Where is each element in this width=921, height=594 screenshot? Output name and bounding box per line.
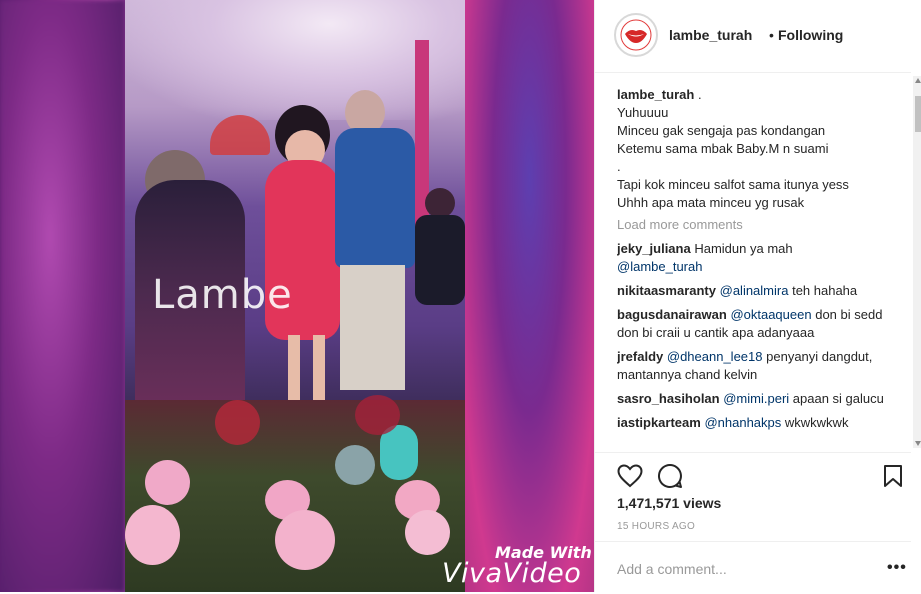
heart-icon[interactable] (615, 461, 645, 491)
scroll-down-arrow-icon[interactable] (915, 441, 921, 446)
bookmark-icon[interactable] (878, 461, 908, 491)
comment-text: apaan si galucu (792, 391, 884, 406)
comment-mention[interactable]: @nhanhakps (704, 415, 781, 430)
video-player[interactable]: Lambe Made With VivaVideo (0, 0, 594, 592)
comment-text: Hamidun ya mah (694, 241, 793, 256)
comment-username[interactable]: iastipkarteam (617, 415, 701, 430)
scroll-up-arrow-icon[interactable] (915, 78, 921, 83)
caption-line: . (617, 159, 621, 174)
header-separator: • (769, 27, 774, 43)
comment-text: teh hahaha (792, 283, 858, 298)
load-more-comments-link[interactable]: Load more comments (617, 216, 895, 234)
comment-text: wkwkwkwk (784, 415, 849, 430)
comment-mention[interactable]: @alinalmira (720, 283, 789, 298)
comment-item: sasro_hasiholan @mimi.peri apaan si galu… (617, 390, 895, 408)
comment-mention[interactable]: @dheann_lee18 (667, 349, 763, 364)
avatar[interactable] (614, 13, 658, 57)
add-comment-input[interactable]: Add a comment... (617, 561, 727, 577)
comment-item: jeky_juliana Hamidun ya mah @lambe_turah (617, 240, 895, 276)
comment-username[interactable]: jeky_juliana (617, 241, 691, 256)
scrollbar-thumb[interactable] (915, 96, 921, 132)
comment-item: nikitaasmaranty @alinalmira teh hahaha (617, 282, 895, 300)
lambe-watermark: Lambe (152, 272, 293, 318)
comment-username[interactable]: nikitaasmaranty (617, 283, 716, 298)
comment-item: bagusdanairawan @oktaaqueen don bi sedd … (617, 306, 895, 342)
caption-line: Uhhh apa mata minceu yg rusak (617, 195, 805, 210)
comments-scrollbar[interactable] (913, 76, 921, 448)
header-username[interactable]: lambe_turah (669, 27, 752, 43)
comment-bubble-icon[interactable] (655, 461, 685, 491)
caption-line: Yuhuuuu (617, 105, 669, 120)
post-header: lambe_turah • Following (595, 0, 911, 73)
comment-username[interactable]: jrefaldy (617, 349, 663, 364)
caption-username[interactable]: lambe_turah (617, 87, 694, 102)
comment-mention[interactable]: @lambe_turah (617, 259, 702, 274)
post-actions: 1,471,571 views 15 HOURS AGO Add a comme… (595, 452, 911, 593)
views-count[interactable]: 1,471,571 views (617, 495, 721, 511)
lambe-turah-lips-logo-icon (620, 19, 652, 51)
vivavideo-logo: VivaVideo (442, 558, 582, 589)
caption-line: Minceu gak sengaja pas kondangan (617, 123, 826, 138)
comment-mention[interactable]: @oktaaqueen (730, 307, 811, 322)
caption-line: Ketemu sama mbak Baby.M n suami (617, 141, 829, 156)
caption-line: Tapi kok minceu salfot sama itunya yess (617, 177, 849, 192)
comment-item: jrefaldy @dheann_lee18 penyanyi dangdut,… (617, 348, 895, 384)
comment-username[interactable]: sasro_hasiholan (617, 391, 720, 406)
post-side-panel: lambe_turah • Following lambe_turah . Yu… (594, 0, 921, 592)
caption-suffix: . (697, 87, 702, 102)
post-timestamp[interactable]: 15 HOURS AGO (617, 521, 695, 532)
caption: lambe_turah . Yuhuuuu Minceu gak sengaja… (617, 86, 895, 212)
instagram-post-view: Lambe Made With VivaVideo lambe_turah • … (0, 0, 921, 592)
comments-list[interactable]: lambe_turah . Yuhuuuu Minceu gak sengaja… (617, 86, 895, 452)
comment-mention[interactable]: @mimi.peri (723, 391, 789, 406)
more-options-icon[interactable]: ••• (887, 559, 907, 577)
comment-item: iastipkarteam @nhanhakps wkwkwkwk (617, 414, 895, 432)
comment-username[interactable]: bagusdanairawan (617, 307, 727, 322)
blurred-right-edge (465, 0, 594, 592)
add-comment-bar: Add a comment... ••• (595, 541, 911, 594)
following-button[interactable]: Following (778, 27, 843, 43)
blurred-left-edge (0, 0, 125, 592)
